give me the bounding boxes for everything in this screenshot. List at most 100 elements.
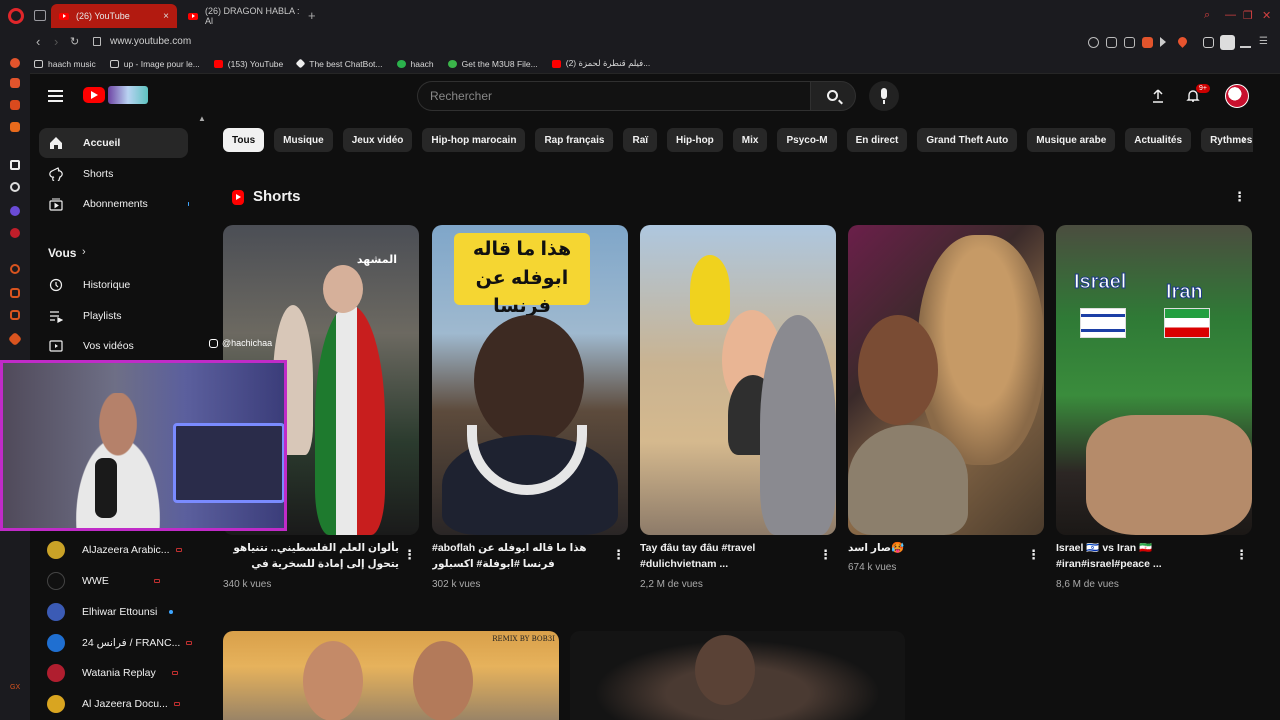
chip-actualites[interactable]: Actualités [1125,128,1192,152]
chip-psyco-m[interactable]: Psyco-M [777,128,837,152]
new-tab-icon[interactable]: + [308,8,316,23]
opera-logo-icon[interactable] [8,8,24,24]
short-title-5[interactable]: Israel 🇮🇱 vs Iran 🇮🇷 #iran#israel#peace … [1056,541,1232,573]
chip-gta[interactable]: Grand Theft Auto [917,128,1018,152]
reload-icon[interactable]: ↻ [70,35,79,48]
subscription-elhiwar-ettounsi[interactable]: Elhiwar Ettounsi [47,600,197,624]
chip-en-direct[interactable]: En direct [846,128,908,152]
subscription-watania-replay[interactable]: Watania Replay [47,661,197,685]
maximize-icon[interactable]: ❐ [1243,9,1253,22]
chip-hiphop-marocain[interactable]: Hip-hop marocain [422,128,526,152]
chip-musique-arabe[interactable]: Musique arabe [1027,128,1116,152]
bookmark-chatbot[interactable]: The best ChatBot... [295,59,383,69]
short-title-3[interactable]: Tay đâu tay đâu #travel #dulichvietnam .… [640,541,816,573]
close-window-icon[interactable]: ✕ [1262,9,1271,22]
video-thumbnail-row2-2[interactable] [570,631,905,720]
menu-icon[interactable]: ☰ [1259,36,1268,47]
short-thumbnail-3[interactable] [640,225,836,535]
chip-rap-francais[interactable]: Rap français [535,128,614,152]
pin-icon[interactable] [1106,37,1117,48]
bookmark-haach[interactable]: haach [396,59,434,69]
sidebar-item-abonnements[interactable]: Abonnements [39,189,188,219]
extension-circle-icon[interactable] [10,206,20,216]
pinboard-icon[interactable] [10,288,20,298]
video-thumbnail-row2-1[interactable]: REMIX BY BOB3I [223,631,559,720]
you-section-heading[interactable]: Vous [48,246,76,260]
aria-icon[interactable] [10,58,20,68]
snapshot-icon[interactable] [1124,37,1135,48]
short-title-1[interactable]: بألوان العلم الفلسطيني.. نتنياهو يتحول إ… [223,541,399,575]
menu-hamburger-icon[interactable] [48,90,63,105]
short-title-2[interactable]: #aboflah هذا ما قاله ابوفله عن فرنسا #اب… [432,541,608,575]
bookmark-side-icon[interactable] [7,331,23,347]
heart-icon[interactable] [1176,35,1189,48]
search-button[interactable] [810,81,856,111]
crypto-icon[interactable] [10,78,20,88]
more-options-icon[interactable]: ⋮ [612,548,625,561]
history-side-icon[interactable] [10,310,20,320]
search-tabs-icon[interactable]: ⌕ [1204,9,1210,22]
bookmark-youtube[interactable]: (153) YouTube [213,59,283,69]
send-icon[interactable] [1160,37,1166,47]
short-thumbnail-5[interactable]: Israel Iran [1056,225,1252,535]
short-thumbnail-4[interactable] [848,225,1044,535]
bookmark-up-image[interactable]: up - Image pour le... [109,59,200,69]
forward-icon[interactable]: › [54,34,58,49]
chip-mix[interactable]: Mix [732,128,768,152]
sidebar-scroll-up-icon[interactable]: ▲ [198,114,206,123]
chatgpt-icon[interactable] [10,182,20,192]
chip-rai[interactable]: Raï [623,128,658,152]
subscription-wwe[interactable]: WWE [47,569,197,593]
player-icon[interactable] [10,264,20,274]
iran-flag-icon [1164,308,1210,338]
more-options-icon[interactable]: ⋮ [1027,548,1040,561]
chevron-right-icon[interactable]: › [1242,131,1246,146]
more-options-icon[interactable]: ⋮ [819,548,832,561]
shield-icon[interactable] [1142,37,1153,48]
youtube-doodle[interactable] [108,86,148,104]
subscription-aljazeera-arabic[interactable]: AlJazeera Arabic... [47,538,197,562]
minimize-icon[interactable]: — [1225,9,1236,21]
bookmark-haach-music[interactable]: haach music [34,59,96,69]
more-options-icon[interactable]: ⋮ [1233,190,1246,203]
live-icon [186,641,193,645]
chevron-right-icon[interactable]: › [82,246,86,258]
news-icon[interactable] [10,100,20,110]
zoom-icon[interactable] [1088,37,1099,48]
apps-icon[interactable] [10,160,20,170]
voice-search-icon[interactable] [869,81,899,111]
back-icon[interactable]: ‹ [36,34,40,49]
tab-youtube[interactable]: (26) YouTube × [51,4,177,28]
sidebar-item-shorts[interactable]: Shorts [39,159,188,189]
chip-musique[interactable]: Musique [274,128,333,152]
sidebar-item-historique[interactable]: Historique [39,270,188,300]
bookmark-m3u8[interactable]: Get the M3U8 File... [447,59,538,69]
tab-menu-icon[interactable] [34,10,46,21]
bookmark-youtube-film[interactable]: (2) فيلم قنطرة لحمزة... [551,58,650,69]
short-title-4[interactable]: صار اسد🥵 [848,541,1024,557]
short-thumbnail-2[interactable]: هذا ما قاله ابوفله عن فرنسا [432,225,628,535]
chip-tous[interactable]: Tous [223,128,265,152]
subscription-aljazeera-docu[interactable]: Al Jazeera Docu... [47,692,197,716]
chip-hiphop[interactable]: Hip-hop [667,128,723,152]
tab-dragon-habla[interactable]: (26) DRAGON HABLA : Al [180,4,303,28]
shopping-icon[interactable] [10,122,20,132]
chip-jeux-video[interactable]: Jeux vidéo [342,128,413,152]
upload-icon[interactable] [1151,89,1165,103]
extensions-icon[interactable] [1203,37,1214,48]
gx-icon[interactable]: GX [10,684,20,694]
download-icon[interactable] [1240,37,1251,48]
subscription-france24[interactable]: 24 فرانس / FRANC... [47,631,197,655]
more-options-icon[interactable]: ⋮ [403,548,416,561]
sidebar-item-vos-videos[interactable]: Vos vidéos [39,331,188,361]
vpn-icon[interactable] [10,228,20,238]
profile-picture-icon[interactable] [1220,35,1235,50]
sidebar-item-playlists[interactable]: Playlists [39,301,188,331]
sidebar-item-accueil[interactable]: Accueil [39,128,188,158]
url-field[interactable]: www.youtube.com [110,36,191,47]
more-options-icon[interactable]: ⋮ [1235,548,1248,561]
youtube-logo-icon[interactable] [83,87,105,103]
search-input[interactable]: Rechercher [417,81,811,111]
account-avatar[interactable] [1225,84,1249,108]
tab-close-icon[interactable]: × [163,11,169,22]
